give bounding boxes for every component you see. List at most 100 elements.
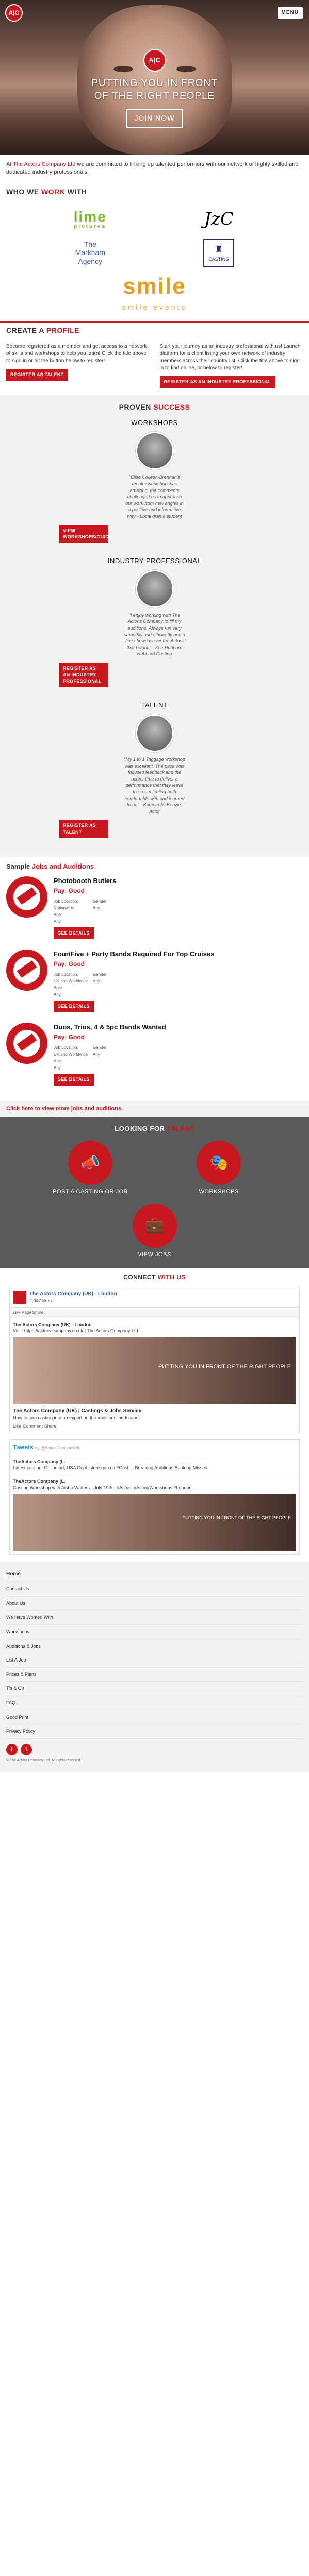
job-listing: Photobooth Butlers Pay: Good Job Locatio… [6, 876, 303, 942]
industry-profile-text: Start your journey as an industry profes… [159, 343, 301, 371]
company-link[interactable]: The Actors Company Ltd [13, 161, 75, 167]
industry-profile-column: Start your journey as an industry profes… [159, 343, 303, 388]
sample-jobs-title: Sample Jobs and Auditions [6, 862, 94, 870]
who-we-work-with-title: WHO WE WORK WITH [6, 187, 87, 196]
footer-link-good-print[interactable]: Good Print [6, 1710, 303, 1725]
job-title[interactable]: Four/Five + Party Bands Required For Top… [54, 950, 214, 959]
facebook-page-name[interactable]: The Actors Company (UK) - London [29, 1291, 117, 1297]
copyright-text: © The Actors Company Ltd. All rights res… [6, 1758, 82, 1762]
client-logo-markham-agency: The Markham Agency [75, 240, 105, 266]
testimonial-photo [135, 432, 174, 470]
facebook-post-author[interactable]: The Actors Company (UK) - London [13, 1322, 92, 1327]
intro-text: At The Actors Company Ltd we are committ… [6, 161, 299, 176]
footer-link-prices[interactable]: Prices & Plans [6, 1668, 303, 1682]
looking-for-talent-section: LOOKING FOR TALENT 📣 POST A CASTING OR J… [0, 1117, 309, 1268]
proven-success-title: PROVEN SUCCESS [119, 402, 190, 411]
more-jobs-link[interactable]: Click here to view more jobs and auditio… [0, 1100, 309, 1117]
testimonial-photo [135, 714, 174, 752]
testimonial-photo [135, 569, 174, 608]
profile-options: Become registered as a member and get ac… [0, 339, 309, 395]
see-details-button[interactable]: SEE DETAILS [54, 927, 94, 940]
talent-profile-column: Become registered as a member and get ac… [6, 343, 150, 388]
job-meta: Job Location: Gender: UK and Worldwide Any… [54, 972, 108, 997]
talent-profile-text: Become registered as a member and get ac… [6, 343, 147, 364]
footer-link-faq[interactable]: FAQ [6, 1696, 303, 1710]
facebook-icon[interactable]: f [6, 1743, 18, 1755]
job-listing: Duos, Trios, 4 & 5pc Bands Wanted Pay: G… [6, 1022, 303, 1089]
job-meta: Job Location: Gender: Nationwide Any Age: … [54, 899, 108, 924]
looking-for-talent-title: LOOKING FOR TALENT [115, 1125, 194, 1133]
testimonial-heading: INDUSTRY PROFESSIONAL [107, 556, 202, 565]
testimonial-talent: TALENT "My 1 to 1 Taggage workshop was e… [0, 701, 309, 852]
facebook-link-desc: How to turn casting into an expert on th… [13, 1415, 139, 1420]
job-meta: Job Location: Gender: UK and Worldwide Any… [54, 1045, 108, 1071]
register-talent-button[interactable]: REGISTER AS TALENT [6, 368, 68, 381]
tweet[interactable]: TheActors Company (L. Latest casting: On… [10, 1455, 299, 1476]
job-title[interactable]: Duos, Trios, 4 & 5pc Bands Wanted [54, 1023, 166, 1032]
join-now-button[interactable]: JOIN NOW [126, 109, 183, 128]
facebook-post-image[interactable]: PUTTING YOU IN FRONT OF THE RIGHT PEOPLE [13, 1337, 296, 1404]
tweet[interactable]: TheActors Company (L. Casting Workshop w… [10, 1475, 299, 1555]
testimonial-quote: "I enjoy working with The Actor's Compan… [124, 612, 185, 657]
facebook-page-avatar [13, 1291, 26, 1304]
client-logo-jzc: JzC [204, 209, 234, 230]
facebook-likes: 2,047 likes [29, 1298, 52, 1303]
castle-icon: ♜ CASTING [203, 239, 235, 267]
site-logo[interactable]: A|C [5, 4, 23, 22]
social-links: f t [6, 1739, 303, 1758]
job-pay: Pay: Good [54, 1033, 85, 1041]
client-logo-smile-events: smile smile events [122, 274, 187, 311]
see-details-button[interactable]: SEE DETAILS [54, 1074, 94, 1086]
workshops-link[interactable]: 🎭 WORKSHOPS [160, 1141, 279, 1196]
facebook-actions-bar[interactable]: Like Page Share [10, 1307, 299, 1318]
testimonial-heading: TALENT [141, 701, 168, 709]
twitter-widget: Tweets by @ActorsCompanyUK TheActors Com… [9, 1439, 300, 1555]
footer-link-terms[interactable]: T's & C's [6, 1682, 303, 1696]
briefcase-icon: 💼 [132, 1203, 177, 1248]
hero-logo: A|C [143, 49, 166, 72]
job-title[interactable]: Photobooth Butlers [54, 876, 134, 886]
sample-jobs-section: Sample Jobs and Auditions Photobooth But… [0, 857, 309, 1101]
footer-link-about[interactable]: About Us [6, 1597, 303, 1611]
testimonial-heading: WORKSHOPS [131, 419, 178, 427]
client-logo-casting: ♜ CASTING [160, 239, 279, 267]
footer-link-workshops[interactable]: Workshops [6, 1625, 303, 1639]
job-pay: Pay: Good [54, 960, 85, 968]
proven-success-section: PROVEN SUCCESS WORKSHOPS "Elise Colleen-… [0, 395, 309, 857]
menu-button[interactable]: MENU [277, 7, 303, 19]
view-jobs-link[interactable]: 💼 VIEW JOBS [31, 1203, 278, 1259]
view-workshops-button[interactable]: VIEW WORKSHOPS/GUIDE [59, 524, 112, 543]
register-industry-pro-button[interactable]: REGISTER AS AN INDUSTRY PROFESSIONAL [59, 663, 108, 687]
footer-link-home[interactable]: Home [6, 1567, 303, 1583]
footer-link-privacy[interactable]: Privacy Policy [6, 1724, 303, 1739]
create-profile-title: CREATE A PROFILE [0, 321, 309, 339]
hero-banner: A|C MENU A|C PUTTING YOU IN FRONT OF THE … [0, 0, 309, 155]
register-talent-button-2[interactable]: REGISTER AS TALENT [59, 820, 108, 838]
testimonial-industry: INDUSTRY PROFESSIONAL "I enjoy working w… [0, 556, 309, 701]
twitter-widget-header: Tweets by @ActorsCompanyUK [10, 1440, 299, 1455]
facebook-post-text: Visit: https://actors-company.co.uk | Th… [13, 1328, 138, 1334]
testimonial-quote: "My 1 to 1 Taggage workshop was excellen… [124, 757, 185, 814]
facebook-widget: The Actors Company (UK) - London 2,047 l… [9, 1286, 300, 1434]
tweet-image[interactable]: PUTTING YOU IN FRONT OF THE RIGHT PEOPLE [13, 1494, 296, 1551]
site-footer: Home Contact Us About Us We Have Worked … [0, 1562, 309, 1772]
connect-title: CONNECT WITH US [123, 1274, 186, 1281]
footer-link-worked-with[interactable]: We Have Worked With [6, 1611, 303, 1625]
theatre-masks-icon: 🎭 [197, 1141, 241, 1185]
client-logo-lime-pictures: lime pictures [73, 208, 107, 229]
testimonial-quote: "Elise Colleen-Brennan's theatre worksho… [125, 474, 184, 519]
register-industry-button[interactable]: REGISTER AS AN INDUSTRY PROFESSIONAL [159, 376, 275, 388]
footer-link-contact[interactable]: Contact Us [6, 1582, 303, 1597]
job-logo-icon [6, 1022, 47, 1064]
facebook-post-actions[interactable]: Like Comment Share [13, 1423, 296, 1430]
facebook-post: The Actors Company (UK) - London Visit: … [10, 1318, 299, 1433]
client-logos: lime pictures JzC The Markham Agency ♜ CASTI… [0, 200, 309, 321]
post-casting-link[interactable]: 📣 POST A CASTING OR JOB [31, 1141, 150, 1196]
job-listing: Four/Five + Party Bands Required For Top… [6, 949, 303, 1015]
facebook-link-title[interactable]: The Actors Company (UK) | Castings & Job… [13, 1408, 296, 1415]
see-details-button[interactable]: SEE DETAILS [54, 1001, 94, 1013]
footer-link-list-job[interactable]: List A Job [6, 1653, 303, 1668]
footer-link-auditions[interactable]: Auditions & Jobs [6, 1639, 303, 1654]
job-logo-icon [6, 949, 47, 991]
twitter-icon[interactable]: t [21, 1743, 32, 1755]
